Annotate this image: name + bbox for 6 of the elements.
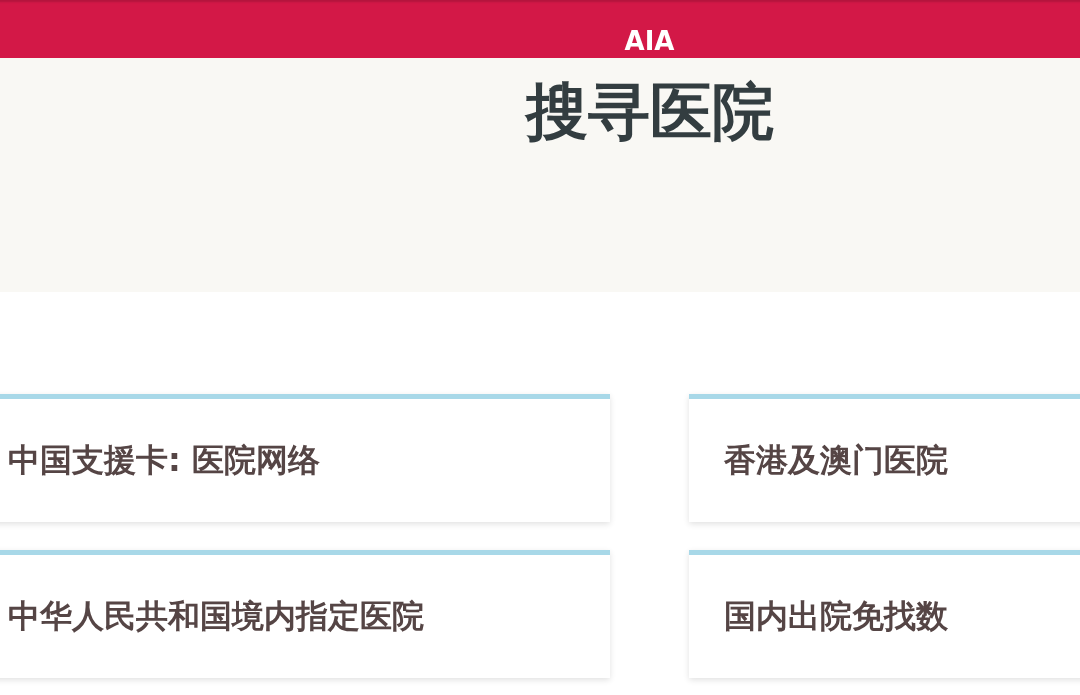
- page-title: 搜寻医院: [525, 74, 774, 150]
- brand-name: AIA: [624, 26, 675, 56]
- category-card[interactable]: 香港及澳门医院: [689, 394, 1080, 522]
- category-card[interactable]: 中国支援卡: 医院网络: [0, 394, 610, 522]
- category-card[interactable]: 国内出院免找数: [689, 550, 1080, 678]
- category-card[interactable]: 中华人民共和国境内指定医院: [0, 550, 610, 678]
